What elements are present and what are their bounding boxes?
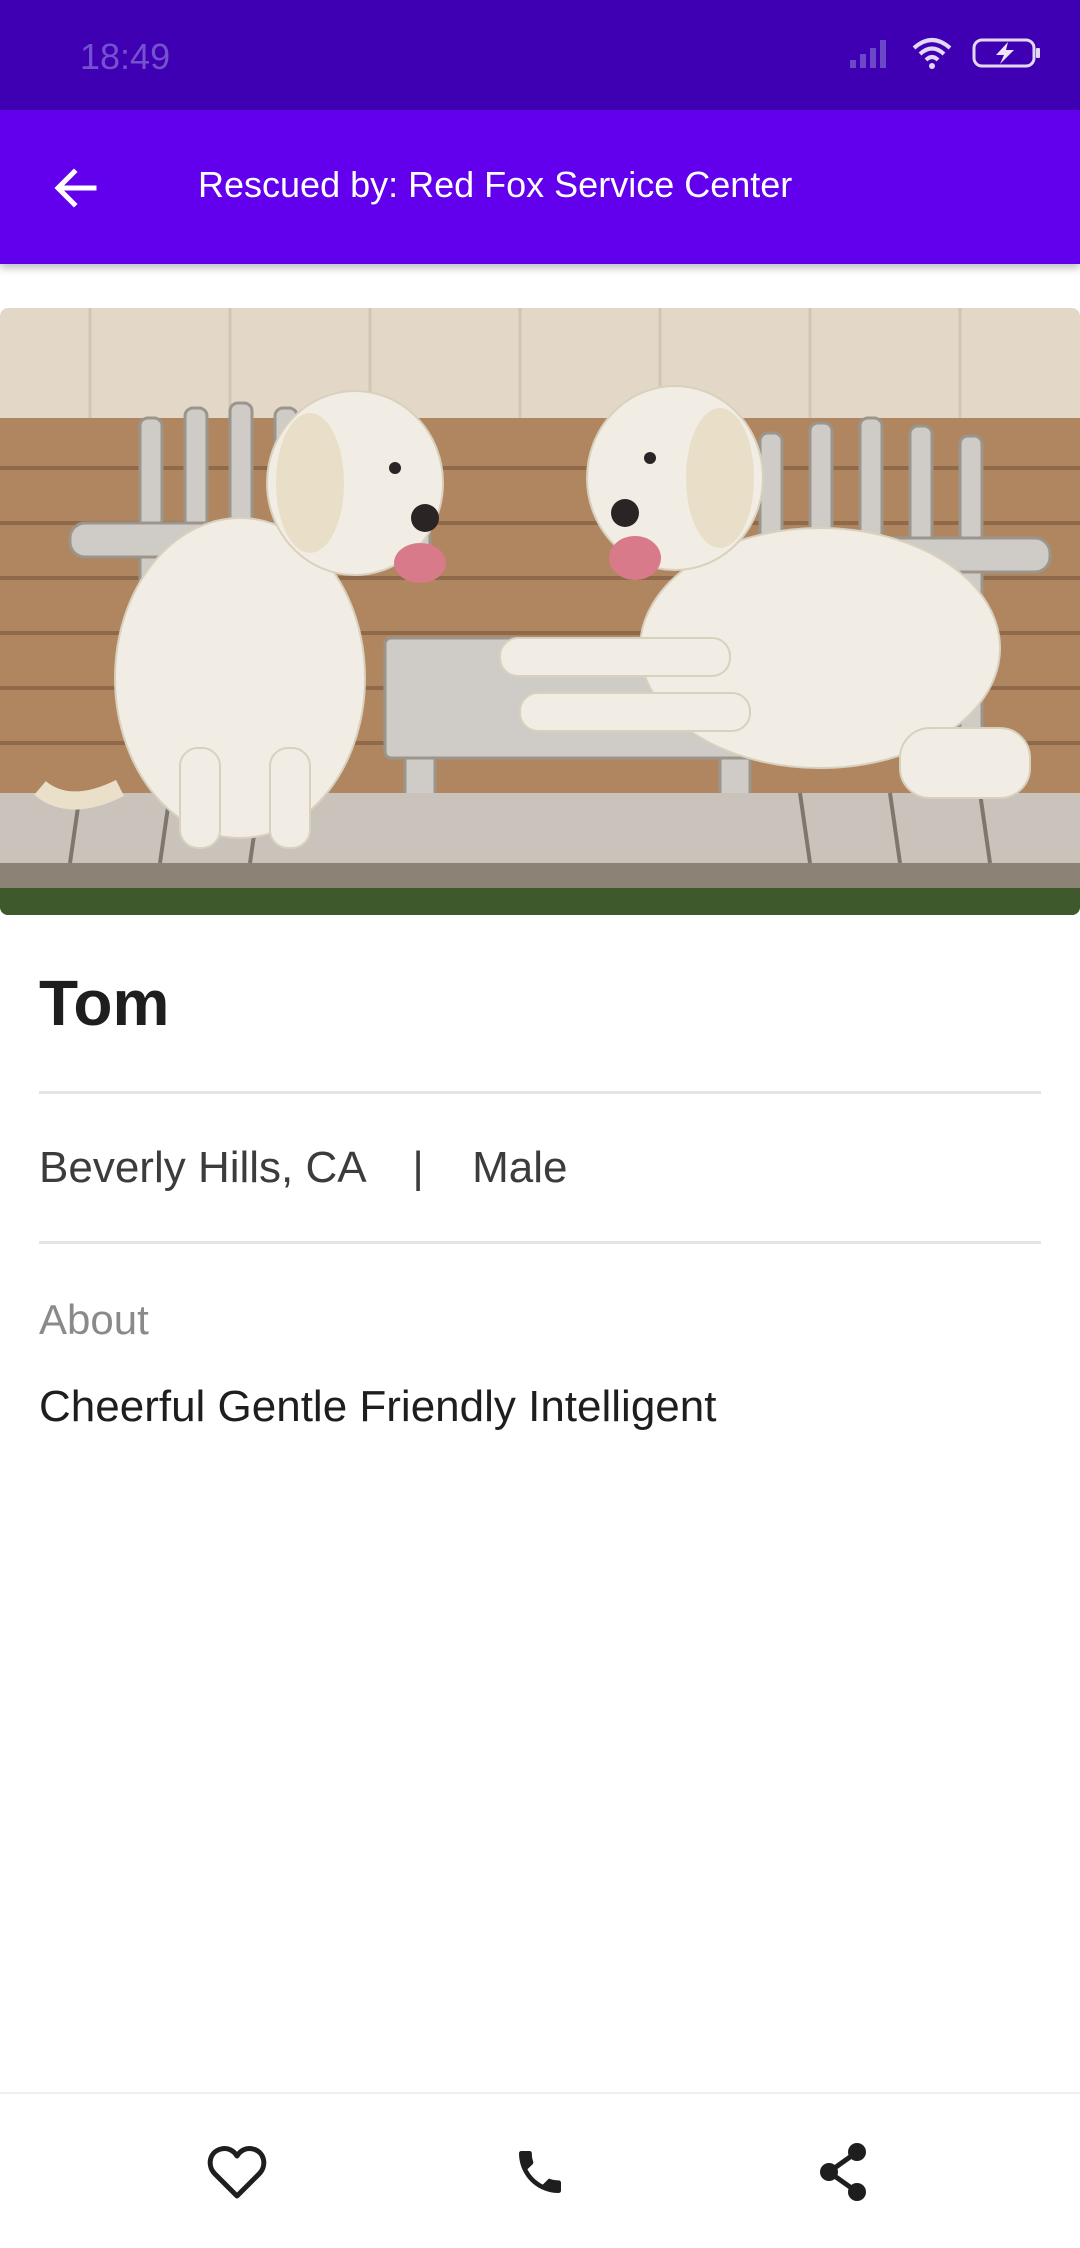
status-icons [848,36,1042,70]
wifi-icon [912,38,952,69]
back-button[interactable] [36,148,116,228]
pet-gender: Male [472,1143,568,1192]
status-time: 18:49 [80,36,171,77]
divider [39,1241,1041,1244]
favorite-button[interactable] [187,2122,287,2222]
pet-name: Tom [39,967,170,1039]
page-title: Rescued by: Red Fox Service Center [198,164,793,205]
heart-icon [207,2146,267,2199]
about-text: Cheerful Gentle Friendly Intelligent [39,1382,717,1431]
phone-icon [519,2151,561,2193]
pet-photo [0,308,1080,915]
call-button[interactable] [490,2122,590,2222]
battery-charging-icon [972,38,1040,68]
status-bar: 18:49 [0,0,1080,110]
pet-location: Beverly Hills, CA [39,1143,365,1192]
details-separator: | [412,1143,424,1192]
divider [39,1091,1041,1094]
dog-photo [0,308,1080,915]
pet-details: Beverly Hills, CA | Male [39,1143,567,1193]
share-icon [820,2143,866,2201]
bottom-action-bar [0,2092,1080,2248]
share-button[interactable] [793,2122,893,2222]
app-bar: Rescued by: Red Fox Service Center [0,110,1080,264]
signal-icon [850,40,886,68]
about-label: About [39,1296,149,1343]
arrow-left-icon [54,168,97,208]
